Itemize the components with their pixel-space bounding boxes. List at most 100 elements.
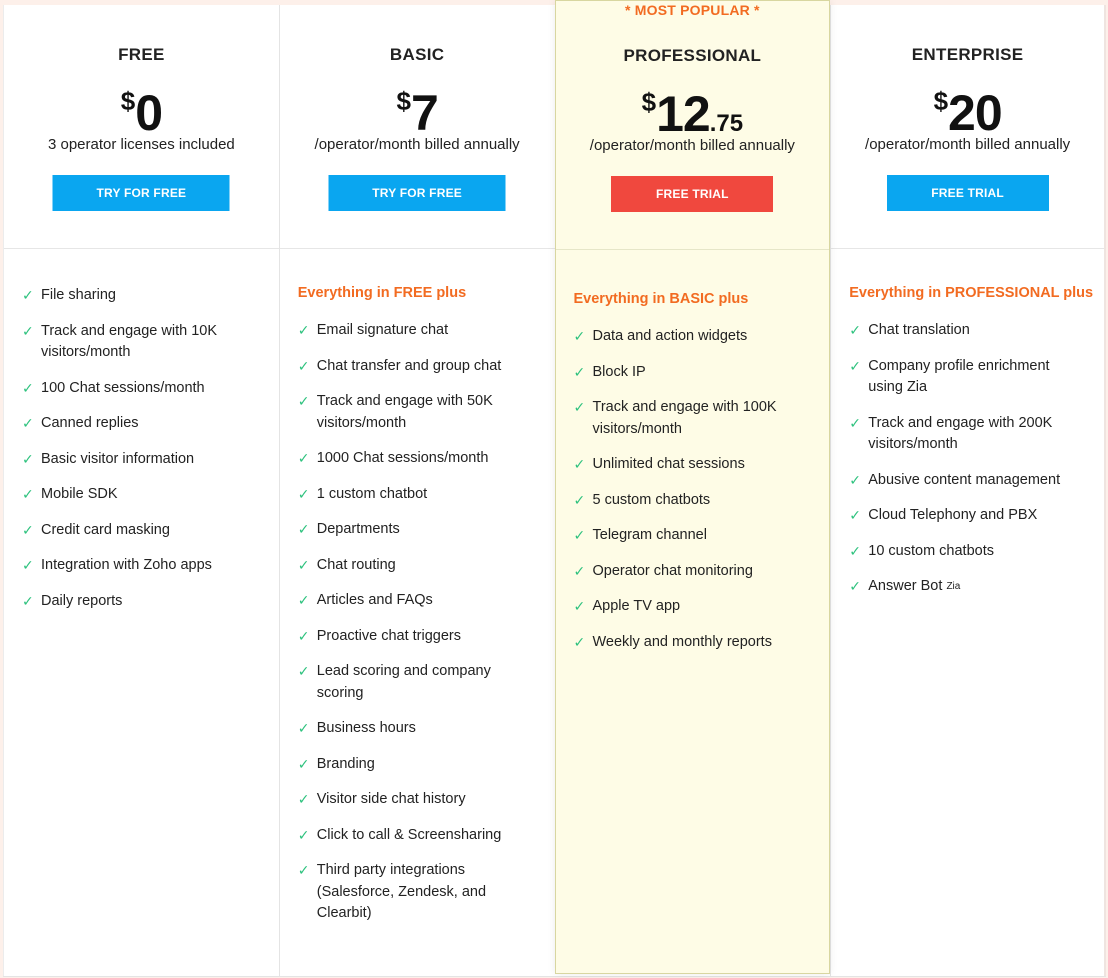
feature-item: ✓ Company profile enrichment using Zia [849, 356, 1104, 399]
check-icon: ✓ [849, 357, 861, 374]
plan-column-professional: * MOST POPULAR * PROFESSIONAL $12.75 /op… [554, 0, 831, 974]
plan-name: FREE [118, 45, 165, 64]
try-for-free-button[interactable]: TRY FOR FREE [328, 175, 506, 211]
plan-subtitle: /operator/month billed annually [865, 136, 1071, 153]
currency-symbol: $ [641, 87, 657, 117]
currency-symbol: $ [933, 86, 949, 116]
feature-text: Operator chat monitoring [592, 562, 753, 579]
plan-header: BASIC $7 /operator/month billed annually… [279, 5, 555, 249]
check-icon: ✓ [573, 633, 586, 650]
feature-text: Basic visitor information [41, 450, 195, 467]
feature-item: ✓ Proactive chat triggers [298, 626, 555, 648]
plan-price: $20 [831, 71, 1104, 143]
feature-text: Apple TV app [592, 598, 681, 614]
plan-price: $7 [280, 71, 555, 143]
try-for-free-button[interactable]: TRY FOR FREE [52, 175, 230, 211]
feature-item: ✓ Data and action widgets [574, 326, 830, 348]
feature-text: 1000 Chat sessions/month [316, 450, 489, 466]
feature-list: ✓ Chat translation ✓ Company profile enrich… [849, 320, 1104, 598]
feature-item: ✓ Canned replies [22, 413, 279, 435]
check-icon: ✓ [22, 557, 34, 573]
feature-text: Abusive content management [868, 471, 1061, 488]
feature-text: Integration with Zoho apps [41, 557, 212, 573]
check-icon: ✓ [849, 414, 861, 431]
check-icon: ✓ [573, 562, 586, 579]
feature-item: ✓ Cloud Telephony and PBX [849, 505, 1104, 527]
feature-list: ✓ Data and action widgets ✓ Block IP ✓ Track … [574, 326, 830, 653]
feature-section: Everything in PROFESSIONAL plus ✓ Chat tr… [831, 249, 1104, 598]
check-icon: ✓ [22, 322, 34, 339]
price-cents: .75 [709, 110, 744, 137]
check-icon: ✓ [297, 450, 310, 466]
feature-item: ✓ Chat transfer and group chat [298, 356, 555, 378]
feature-text: Mobile SDK [41, 486, 118, 502]
check-icon: ✓ [573, 363, 586, 380]
check-icon: ✓ [297, 592, 310, 608]
feature-text: Click to call & Screensharing [316, 826, 502, 843]
feature-item: ✓ Articles and FAQs [298, 590, 555, 612]
feature-text: Cloud Telephony and PBX [868, 507, 1038, 523]
plan-column-free: FREE $0 3 operator licenses included TRY… [3, 5, 279, 976]
check-icon: ✓ [297, 627, 310, 644]
feature-item: ✓ Daily reports [22, 591, 279, 613]
check-icon: ✓ [297, 357, 310, 374]
feature-text: Track and engage with 50K visitors/month [316, 393, 493, 431]
feature-text: Visitor side chat history [316, 791, 466, 807]
plan-name: PROFESSIONAL [623, 46, 762, 65]
plan-header: * MOST POPULAR * PROFESSIONAL $12.75 /op… [555, 1, 830, 250]
feature-item: ✓ File sharing [22, 285, 279, 307]
feature-item: ✓ Mobile SDK [22, 484, 279, 506]
feature-text: Departments [316, 521, 400, 537]
check-icon: ✓ [573, 328, 586, 344]
plan-price: $0 [4, 71, 279, 143]
feature-item: ✓ Email signature chat [298, 320, 555, 342]
feature-item: ✓ Telegram channel [574, 525, 830, 547]
feature-text: Proactive chat triggers [316, 627, 462, 644]
feature-item: ✓ 1 custom chatbot [298, 484, 555, 506]
check-icon: ✓ [297, 755, 310, 772]
feature-text: Branding [316, 755, 375, 772]
feature-list: ✓ File sharing ✓ Track and engage with 10K … [22, 285, 279, 612]
plan-header: FREE $0 3 operator licenses included TRY… [4, 5, 279, 249]
feature-text: 5 custom chatbots [592, 491, 711, 508]
feature-text: Track and engage with 200K visitors/mont… [868, 414, 1053, 453]
pricing-table: FREE $0 3 operator licenses included TRY… [3, 0, 1106, 977]
feature-text: Third party integrations (Salesforce, Ze… [316, 862, 487, 921]
check-icon: ✓ [849, 578, 861, 594]
feature-item: ✓ 5 custom chatbots [574, 490, 830, 512]
plan-column-basic: BASIC $7 /operator/month billed annually… [278, 5, 555, 976]
check-icon: ✓ [297, 663, 310, 679]
check-icon: ✓ [573, 491, 586, 508]
feature-item: ✓ Integration with Zoho apps [22, 555, 279, 577]
free-trial-button[interactable]: FREE TRIAL [886, 175, 1049, 211]
check-icon: ✓ [849, 542, 861, 559]
feature-text: Chat translation [868, 322, 970, 338]
feature-item: ✓ 1000 Chat sessions/month [298, 448, 555, 470]
feature-item: ✓ Third party integrations (Salesforce, Z… [298, 860, 555, 925]
feature-item: ✓ Track and engage with 50K visitors/mont… [298, 391, 555, 434]
feature-text: Answer Bot [868, 578, 943, 594]
feature-section: Everything in FREE plus ✓ Email signature… [280, 249, 555, 925]
feature-text: File sharing [41, 287, 116, 303]
feature-item: ✓ Chat translation [849, 320, 1104, 342]
feature-text: Articles and FAQs [316, 592, 433, 608]
feature-item: ✓ Unlimited chat sessions [574, 454, 830, 476]
check-icon: ✓ [849, 507, 861, 523]
free-trial-button[interactable]: FREE TRIAL [611, 176, 774, 212]
feature-text: 100 Chat sessions/month [41, 379, 205, 396]
check-icon: ✓ [22, 592, 34, 609]
feature-text: Block IP [592, 363, 646, 380]
check-icon: ✓ [297, 393, 310, 409]
check-icon: ✓ [22, 486, 34, 502]
check-icon: ✓ [849, 471, 861, 488]
feature-text: 10 custom chatbots [868, 542, 994, 559]
most-popular-badge: * MOST POPULAR * [625, 2, 760, 18]
price-amount: 20 [948, 85, 1003, 141]
feature-item: ✓ Click to call & Screensharing [298, 825, 555, 847]
feature-text: Track and engage with 10K visitors/month [41, 322, 217, 361]
plan-subtitle: /operator/month billed annually [589, 137, 795, 154]
feature-list: ✓ Email signature chat ✓ Chat transfer and … [298, 320, 555, 925]
feature-item: ✓ Abusive content management [849, 470, 1104, 492]
check-icon: ✓ [573, 527, 586, 543]
feature-item: ✓ Answer Bot Zia [849, 576, 1104, 598]
